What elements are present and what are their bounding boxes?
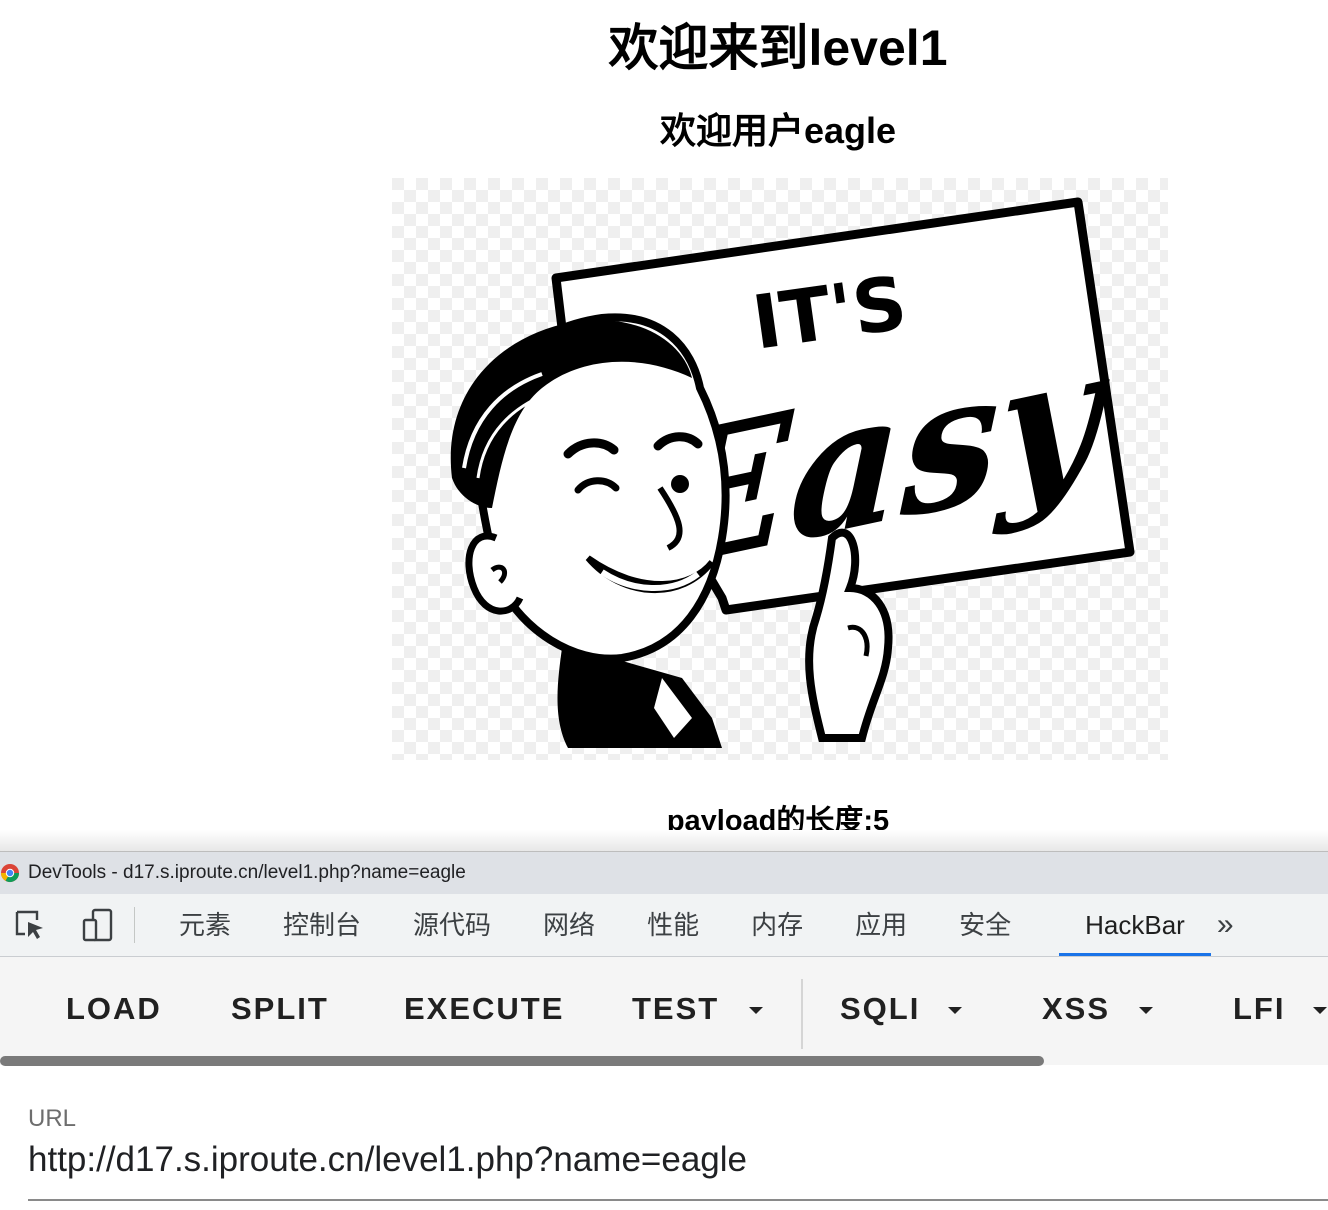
tab-sources[interactable]: 源代码 <box>387 894 517 956</box>
xss-caret-down-icon[interactable] <box>1139 1007 1153 1014</box>
test-dropdown-button[interactable]: TEST <box>632 991 719 1027</box>
devtools-window-title: DevTools - d17.s.iproute.cn/level1.php?n… <box>28 862 466 883</box>
tab-console[interactable]: 控制台 <box>257 894 387 956</box>
tab-performance[interactable]: 性能 <box>621 894 725 956</box>
split-button[interactable]: SPLIT <box>231 991 329 1027</box>
url-field-label: URL <box>28 1105 77 1132</box>
welcome-user-heading: 欢迎用户eagle <box>659 110 897 151</box>
tab-memory[interactable]: 内存 <box>725 894 829 956</box>
sqli-caret-down-icon[interactable] <box>948 1007 962 1014</box>
tab-application[interactable]: 应用 <box>829 894 933 956</box>
device-toggle-icon[interactable] <box>78 905 118 945</box>
toolbar-separator <box>134 907 135 943</box>
devtools-titlebar: DevTools - d17.s.iproute.cn/level1.php?n… <box>0 852 1328 894</box>
sqli-dropdown-button[interactable]: SQLI <box>840 991 920 1027</box>
tab-hackbar[interactable]: HackBar <box>1059 894 1211 956</box>
load-button[interactable]: LOAD <box>66 991 162 1027</box>
tab-elements[interactable]: 元素 <box>153 894 257 956</box>
tab-security[interactable]: 安全 <box>933 894 1037 956</box>
page-heading: 欢迎来到level1 <box>608 20 948 76</box>
its-easy-illustration: IT'S Easy <box>392 178 1168 760</box>
xss-dropdown-button[interactable]: XSS <box>1042 991 1110 1027</box>
devtools-window: DevTools - d17.s.iproute.cn/level1.php?n… <box>0 851 1328 1210</box>
lfi-caret-down-icon[interactable] <box>1313 1007 1327 1014</box>
url-input-underline <box>28 1199 1328 1201</box>
lfi-dropdown-button[interactable]: LFI <box>1233 991 1286 1027</box>
inspect-element-icon[interactable] <box>10 905 50 945</box>
chrome-logo-icon <box>0 864 20 883</box>
hackbar-toolbar: LOAD SPLIT EXECUTE TEST SQLI XSS LFI <box>0 957 1328 1055</box>
more-tabs-chevron-icon[interactable]: » <box>1217 908 1234 942</box>
devtools-toolbar: 元素 控制台 源代码 网络 性能 内存 应用 安全 HackBar » <box>0 894 1328 957</box>
tab-network[interactable]: 网络 <box>517 894 621 956</box>
test-caret-down-icon[interactable] <box>749 1007 763 1014</box>
page-bottom-shadow <box>0 830 1328 852</box>
web-page: 欢迎来到level1 欢迎用户eagle IT'S Easy payload的长… <box>0 0 1328 850</box>
hackbar-divider <box>801 979 803 1049</box>
hackbar-scrollbar[interactable] <box>0 1055 1328 1066</box>
url-input[interactable]: http://d17.s.iproute.cn/level1.php?name=… <box>28 1140 747 1180</box>
execute-button[interactable]: EXECUTE <box>404 991 564 1027</box>
scrollbar-thumb[interactable] <box>0 1056 1044 1066</box>
